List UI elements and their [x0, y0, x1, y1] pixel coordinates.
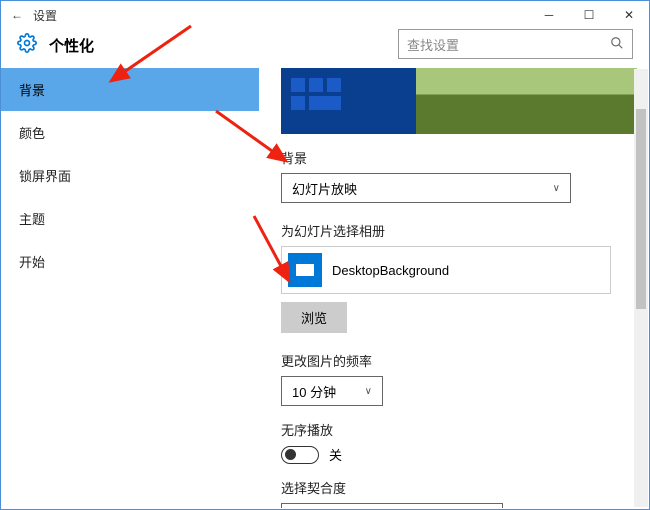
- fit-label: 选择契合度: [281, 478, 637, 497]
- frequency-label: 更改图片的频率: [281, 351, 637, 370]
- fit-select[interactable]: 适应 ∨: [281, 503, 503, 508]
- sidebar-item-label: 主题: [19, 212, 45, 227]
- sidebar-item-label: 颜色: [19, 126, 45, 141]
- scrollbar-thumb[interactable]: [636, 109, 646, 309]
- toggle-thumb: [285, 449, 296, 460]
- content-pane: 背景 幻灯片放映 ∨ 为幻灯片选择相册 DesktopBackground 浏览…: [259, 68, 649, 508]
- frequency-value: 10 分钟: [292, 382, 336, 401]
- folder-icon: [288, 253, 322, 287]
- sidebar-item-label: 背景: [19, 83, 45, 98]
- sidebar-item-label: 锁屏界面: [19, 169, 71, 184]
- sidebar-item-label: 开始: [19, 255, 45, 270]
- search-icon: [610, 36, 624, 53]
- titlebar: ← 设置 ─ ☐ ✕: [1, 1, 649, 29]
- album-name: DesktopBackground: [332, 263, 449, 278]
- section-title: 个性化: [49, 35, 94, 56]
- chevron-down-icon: ∨: [365, 386, 372, 397]
- sidebar: 背景 颜色 锁屏界面 主题 开始: [1, 68, 259, 508]
- sidebar-item-lockscreen[interactable]: 锁屏界面: [1, 154, 259, 197]
- back-icon[interactable]: ←: [11, 8, 23, 22]
- minimize-button[interactable]: ─: [529, 1, 569, 29]
- frequency-select[interactable]: 10 分钟 ∨: [281, 376, 383, 406]
- close-button[interactable]: ✕: [609, 1, 649, 29]
- shuffle-toggle[interactable]: [281, 446, 319, 464]
- sidebar-item-themes[interactable]: 主题: [1, 197, 259, 240]
- album-item[interactable]: DesktopBackground: [281, 246, 611, 294]
- search-placeholder: 查找设置: [407, 35, 459, 54]
- header: 个性化 查找设置: [1, 29, 649, 68]
- window-title: 设置: [33, 7, 57, 24]
- desktop-preview: [281, 68, 637, 134]
- search-input[interactable]: 查找设置: [398, 29, 633, 59]
- gear-icon: [17, 33, 37, 58]
- shuffle-value: 关: [329, 445, 342, 464]
- browse-button[interactable]: 浏览: [281, 302, 347, 333]
- album-label: 为幻灯片选择相册: [281, 221, 637, 240]
- chevron-down-icon: ∨: [553, 183, 560, 194]
- background-label: 背景: [281, 148, 637, 167]
- vertical-scrollbar[interactable]: [634, 69, 648, 507]
- background-value: 幻灯片放映: [292, 179, 357, 198]
- sidebar-item-start[interactable]: 开始: [1, 240, 259, 283]
- sidebar-item-colors[interactable]: 颜色: [1, 111, 259, 154]
- settings-window: ← 设置 ─ ☐ ✕ 个性化 查找设置 背景 颜色 锁屏界面 主题 开始: [0, 0, 650, 510]
- shuffle-label: 无序播放: [281, 420, 637, 439]
- sidebar-item-background[interactable]: 背景: [1, 68, 259, 111]
- background-select[interactable]: 幻灯片放映 ∨: [281, 173, 571, 203]
- browse-button-label: 浏览: [301, 311, 327, 326]
- maximize-button[interactable]: ☐: [569, 1, 609, 29]
